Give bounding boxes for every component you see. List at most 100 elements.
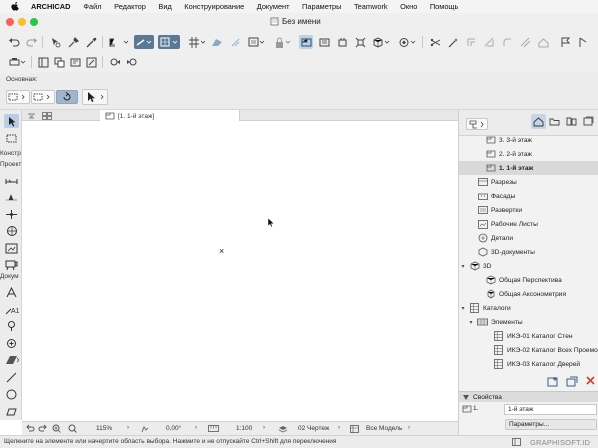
toolbox-group-project[interactable]: Проект [0,161,22,168]
adjust-icon[interactable] [464,35,478,49]
project-map-item[interactable]: 3. 3-й этаж [459,133,598,147]
menu-edit[interactable]: Редактор [114,2,146,11]
area-selection-dropdown[interactable] [31,90,55,104]
ghost-icon[interactable] [228,35,242,49]
fillet-icon[interactable] [500,35,514,49]
expand-chevron-icon[interactable]: ▾ [467,319,475,326]
project-map-item[interactable]: Фасады [459,189,598,203]
teamwork-send-icon[interactable] [108,55,122,69]
circle-tool-icon[interactable] [4,387,19,401]
roof-icon[interactable] [536,35,550,49]
rotation-angle[interactable]: 0,00° [166,425,181,432]
zoom-window-button[interactable] [30,18,38,26]
project-map-item[interactable]: Развертки [459,203,598,217]
rotate-view-icon[interactable] [140,425,149,433]
layer-display-icon[interactable] [246,35,266,49]
graphisoft-id-label[interactable]: GRAPHISOFT.ID [530,438,590,447]
worksheet-tool-icon[interactable] [4,241,19,255]
surface-icon[interactable] [210,35,224,49]
apple-icon[interactable] [10,2,20,11]
view-map-tab-icon[interactable] [549,116,560,126]
scale-menu-chevron-icon[interactable]: › [263,425,265,431]
drawing-canvas[interactable]: × [22,121,458,421]
find-select-icon[interactable] [48,35,62,49]
change-icon[interactable] [84,55,98,69]
redo-view-icon[interactable] [38,424,47,433]
story-name-field[interactable]: 1-й этаж [504,404,597,415]
undo-icon[interactable] [7,35,21,49]
drawing-scale[interactable]: 1:100 [236,425,252,432]
menu-document[interactable]: Документ [257,2,290,11]
model-view-option[interactable]: Все Модель [366,425,402,432]
teamwork-receive-icon[interactable] [124,55,138,69]
project-map-item[interactable]: 1. 1-й этаж [459,161,598,175]
arrow-tool-icon[interactable] [4,114,19,128]
magic-wand-icon[interactable] [446,35,460,49]
zoom-in-icon[interactable] [52,424,61,433]
hotspot-tool-icon[interactable] [4,336,19,350]
camera-tool-icon[interactable] [4,258,19,272]
layer-combination[interactable]: 02 Чертеж [298,425,329,432]
perspective-view-icon[interactable] [335,35,349,49]
project-map-item[interactable]: Общая Перспектива [459,273,598,287]
pointer-arrow-icon[interactable] [576,35,590,49]
project-map-item[interactable]: ИКЭ-03 Каталог Дверей [459,357,598,371]
section-view-icon[interactable] [317,35,331,49]
pen-set-icon[interactable] [108,35,130,49]
grid-snap-icon[interactable] [186,35,206,49]
zoom-fit-icon[interactable] [68,424,77,433]
polyline-tool-icon[interactable] [4,404,19,418]
trim-icon[interactable] [428,35,442,49]
label-tool-icon[interactable]: A1 [4,302,19,316]
zoom-menu-chevron-icon[interactable]: › [127,425,129,431]
section-tool-icon[interactable] [4,224,19,238]
menu-file[interactable]: Файл [83,2,101,11]
project-map-item[interactable]: Рабочие Листы [459,217,598,231]
syringe-icon[interactable] [84,35,98,49]
layout-book-tab-icon[interactable] [566,116,577,126]
angle-menu-chevron-icon[interactable]: › [195,425,197,431]
zoom-level[interactable]: 115% [96,425,112,432]
project-map-item[interactable]: ИКЭ-02 Каталог Всех Проемов [459,343,598,357]
redo-icon[interactable] [24,35,38,49]
minimize-window-button[interactable] [18,18,26,26]
publisher-sets-tab-icon[interactable] [583,116,594,126]
clone-view-icon[interactable] [566,376,578,387]
menu-window[interactable]: Окно [400,2,417,11]
line-tool-icon[interactable] [4,370,19,384]
collapse-panel-icon[interactable] [512,438,521,446]
line-type-icon[interactable] [134,35,154,49]
expand-chevron-icon[interactable]: ▾ [459,263,467,270]
layer-menu-chevron-icon[interactable]: › [338,425,340,431]
project-map-item[interactable]: ▾ Элементы [459,315,598,329]
intersect-icon[interactable] [482,35,496,49]
toolbox-group-design[interactable]: Констр [0,150,22,157]
print-icon[interactable] [7,55,27,69]
project-map-item[interactable]: 2. 2-й этаж [459,147,598,161]
view-settings-button[interactable]: Параметры... [505,419,597,430]
marker-tool-icon[interactable] [4,319,19,333]
3d-box-icon[interactable] [371,35,391,49]
explode-icon[interactable] [353,35,367,49]
new-view-icon[interactable] [547,376,559,387]
tab-menu-icon[interactable] [24,110,38,121]
pointer-options-dropdown[interactable] [82,89,108,105]
menu-design[interactable]: Конструирование [184,2,244,11]
project-map-item[interactable]: 3D-документы [459,245,598,259]
project-map-item[interactable]: ▾ Каталоги [459,301,598,315]
publisher-icon[interactable] [52,55,66,69]
marquee-tool-icon[interactable] [4,131,19,145]
fill-display-icon[interactable] [158,35,180,49]
menu-app-name[interactable]: ARCHICAD [31,2,70,11]
menu-view[interactable]: Вид [158,2,171,11]
close-window-button[interactable] [6,18,14,26]
menu-teamwork[interactable]: Teamwork [354,2,388,11]
flag-icon[interactable] [558,35,572,49]
expand-chevron-icon[interactable]: ▾ [459,305,467,312]
move-tool-icon[interactable] [4,207,19,221]
project-map-item[interactable]: ▾ 3D [459,259,598,273]
undo-view-icon[interactable] [26,424,35,433]
selection-method-dropdown[interactable] [6,90,30,104]
project-map-tab-icon[interactable] [531,114,546,129]
floor-plan-icon[interactable] [299,35,313,49]
